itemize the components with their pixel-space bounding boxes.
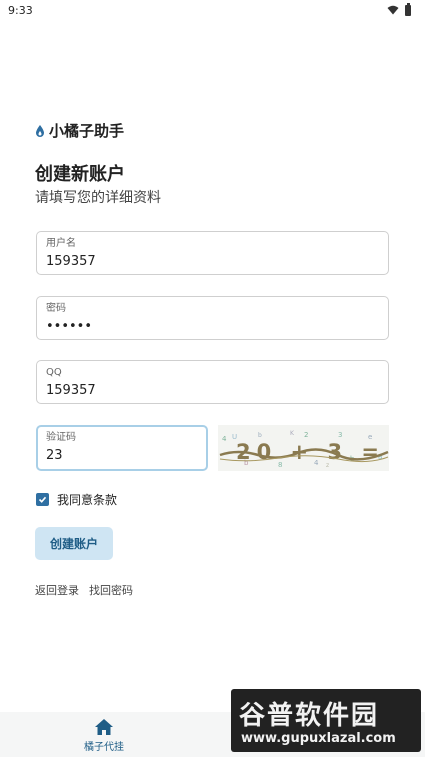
username-field[interactable]: 用户名 159357 — [36, 231, 389, 275]
nav-label: 橘子代挂 — [84, 742, 124, 753]
page-title: 创建新账户 — [35, 164, 125, 185]
status-bar: 9:33 — [0, 0, 425, 20]
home-icon — [95, 719, 113, 735]
password-label: 密码 — [46, 303, 66, 314]
qq-input[interactable]: 159357 — [46, 383, 379, 399]
username-label: 用户名 — [46, 238, 76, 249]
password-field[interactable]: 密码 •••••• — [36, 296, 389, 340]
svg-text:3: 3 — [338, 431, 342, 439]
create-account-button[interactable]: 创建账户 — [35, 527, 113, 560]
watermark-main: 谷普软件园 — [239, 701, 380, 731]
svg-text:K: K — [290, 430, 295, 437]
username-input[interactable]: 159357 — [46, 254, 379, 270]
svg-text:4: 4 — [222, 435, 227, 443]
captcha-field[interactable]: 验证码 23 — [36, 425, 208, 471]
status-icons — [387, 2, 411, 16]
qq-label: QQ — [46, 367, 62, 378]
back-to-login-link[interactable]: 返回登录 — [35, 582, 79, 598]
agree-checkbox[interactable] — [36, 493, 49, 506]
battery-icon — [405, 2, 411, 16]
find-password-link[interactable]: 找回密码 — [89, 582, 133, 598]
watermark: 谷普软件园 www.gupuxlazal.com — [231, 689, 421, 752]
captcha-label: 验证码 — [46, 432, 76, 443]
agree-label: 我同意条款 — [57, 493, 118, 507]
svg-text:2: 2 — [304, 431, 308, 439]
status-time: 9:33 — [8, 3, 33, 17]
nav-item-orange-agent[interactable]: 橘子代挂 — [82, 718, 126, 753]
watermark-url: www.gupuxlazal.com — [241, 731, 396, 746]
check-icon — [38, 496, 47, 503]
brand-title: 小橘子助手 — [49, 122, 125, 140]
wifi-icon — [387, 5, 399, 15]
drop-icon — [36, 124, 44, 137]
auth-links: 返回登录 找回密码 — [35, 582, 133, 598]
captcha-input[interactable]: 23 — [46, 448, 198, 464]
qq-field[interactable]: QQ 159357 — [36, 360, 389, 404]
password-input[interactable]: •••••• — [46, 319, 379, 335]
captcha-image[interactable]: 4 U b b 8 K 2 4 z 3 b e a 20 + 3 = — [218, 425, 389, 471]
brand: 小橘子助手 — [35, 120, 124, 141]
svg-text:b: b — [258, 432, 262, 439]
agree-row[interactable]: 我同意条款 — [36, 491, 117, 508]
page-subtitle: 请填写您的详细资料 — [35, 190, 161, 206]
